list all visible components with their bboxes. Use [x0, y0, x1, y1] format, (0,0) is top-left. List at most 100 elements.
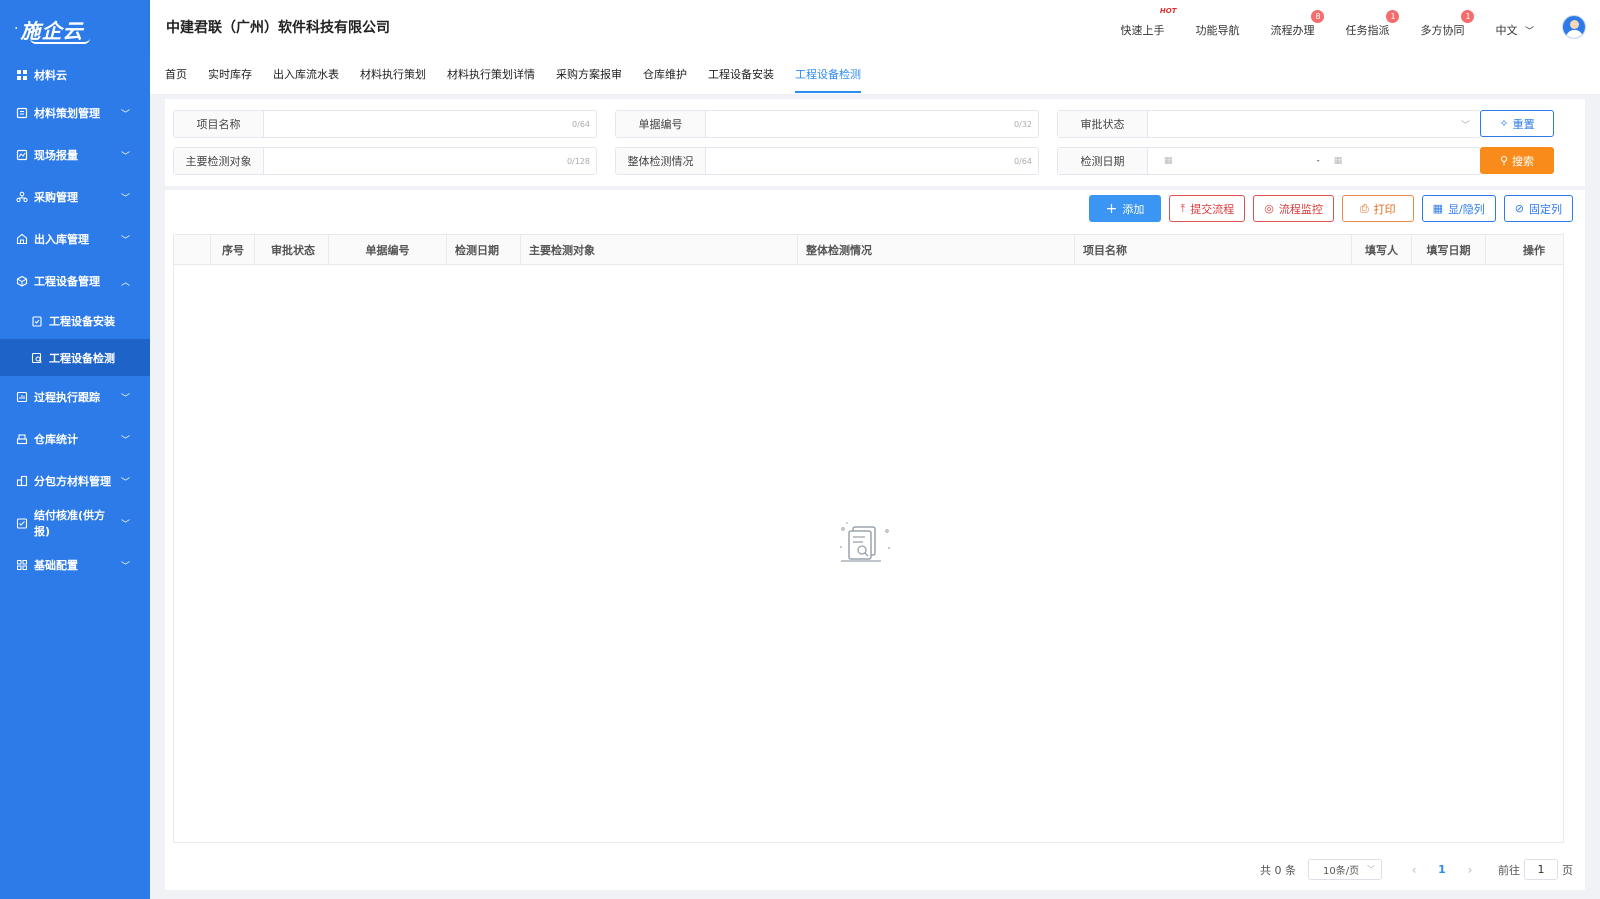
overall-input[interactable]: 0/64 — [706, 148, 1038, 174]
tab-material-plan-detail[interactable]: 材料执行策划详情 — [447, 53, 535, 95]
page-size-label: 10条/页 — [1323, 866, 1360, 877]
tab-equipment-inspection[interactable]: 工程设备检测 — [795, 53, 861, 95]
chevron-down-icon: ﹀ — [120, 477, 130, 488]
doc-no-label: 单据编号 — [616, 111, 706, 137]
sidebar-home[interactable]: 材料云 — [0, 58, 150, 92]
workflow-badge: 8 — [1311, 9, 1325, 23]
task-badge: 1 — [1386, 9, 1400, 23]
main-object-filter: 主要检测对象 0/128 — [173, 147, 597, 175]
reset-button[interactable]: ✧ 重置 — [1480, 110, 1554, 137]
sidebar-item-label: 工程设备管理 — [34, 275, 100, 288]
quick-start-link[interactable]: 快速上手 HOT — [1120, 7, 1176, 38]
task-assign-link[interactable]: 任务指派 1 — [1345, 9, 1400, 38]
approval-status-label: 审批状态 — [1058, 111, 1148, 137]
tab-warehouse-maint[interactable]: 仓库维护 — [643, 53, 687, 95]
main-panel: + 添加 ⤒ 提交流程 ◎ 流程监控 ⎙ 打印 ▦ 显/隐列 ⊘ 固定列 序号 … — [165, 190, 1585, 890]
chevron-down-icon: ﹀ — [120, 393, 130, 404]
collab-link[interactable]: 多方协同 1 — [1420, 9, 1475, 38]
sidebar-home-label: 材料云 — [34, 69, 67, 82]
language-select[interactable]: 中文 ﹀ — [1495, 16, 1534, 38]
submit-flow-button[interactable]: ⤒ 提交流程 — [1169, 195, 1246, 222]
tab-material-plan[interactable]: 材料执行策划 — [360, 53, 426, 95]
print-label: 打印 — [1373, 202, 1396, 216]
company-name: 中建君联（广州）软件科技有限公司 — [166, 19, 390, 36]
avatar[interactable] — [1562, 14, 1586, 39]
sidebar-item-label: 出入库管理 — [34, 233, 89, 246]
sidebar-item-site-report[interactable]: 现场报量 ﹀ — [0, 134, 150, 176]
chevron-down-icon: ﹀ — [120, 519, 130, 530]
chevron-down-icon: ﹀ — [120, 435, 130, 446]
function-nav-link[interactable]: 功能导航 — [1195, 16, 1239, 38]
pagination: 共 0 条 10条/页 ﹀ ‹ 1 › 前往 1 页 — [1260, 859, 1573, 880]
plus-icon: + — [1105, 200, 1118, 217]
goto-page-input[interactable]: 1 — [1524, 859, 1558, 880]
warehouse-icon — [16, 233, 28, 245]
next-page-icon[interactable]: › — [1456, 863, 1484, 877]
test-date-range[interactable]: ▦ - ▦ — [1148, 148, 1480, 174]
current-page[interactable]: 1 — [1428, 863, 1456, 876]
column-header[interactable]: 项目名称 — [1075, 235, 1352, 265]
column-header[interactable]: 整体检测情况 — [798, 235, 1075, 265]
tab-realtime-stock[interactable]: 实时库存 — [208, 53, 252, 95]
sidebar: · 施企云 材料云 材料策划管理 ﹀ 现场报量 ﹀ 采购管理 ﹀ 出入库管理 ﹀… — [0, 0, 150, 899]
column-header[interactable]: 单据编号 — [329, 235, 447, 265]
page-size-select[interactable]: 10条/页 ﹀ — [1308, 859, 1382, 880]
logo-dot: · — [14, 21, 19, 37]
calendar-icon: ▦ — [1164, 156, 1173, 166]
hot-badge: HOT — [1159, 6, 1177, 15]
column-header[interactable]: 序号 — [211, 235, 255, 265]
search-button[interactable]: ⚲ 搜索 — [1480, 147, 1554, 174]
overall-label: 整体检测情况 — [616, 148, 706, 174]
column-header[interactable]: 填写日期 — [1412, 235, 1486, 265]
column-header[interactable]: 主要检测对象 — [521, 235, 798, 265]
column-header[interactable]: 填写人 — [1352, 235, 1412, 265]
chevron-down-icon: ﹀ — [1524, 26, 1534, 37]
project-name-input[interactable]: 0/64 — [264, 111, 596, 137]
language-label: 中文 — [1495, 23, 1518, 37]
add-label: 添加 — [1122, 202, 1145, 216]
select-column[interactable] — [174, 235, 211, 265]
sidebar-item-label: 采购管理 — [34, 191, 78, 204]
sidebar-item-base-config[interactable]: 基础配置 ﹀ — [0, 544, 150, 586]
tab-purchase-review[interactable]: 采购方案报审 — [556, 53, 622, 95]
function-nav-label: 功能导航 — [1195, 23, 1240, 37]
report-icon — [16, 149, 28, 161]
sidebar-subitem-install[interactable]: 工程设备安装 — [0, 302, 150, 339]
sidebar-item-inout[interactable]: 出入库管理 ﹀ — [0, 218, 150, 260]
fix-columns-button[interactable]: ⊘ 固定列 — [1503, 195, 1573, 222]
column-header[interactable]: 操作 — [1486, 235, 1563, 265]
org-icon — [16, 191, 28, 203]
sidebar-item-material-plan[interactable]: 材料策划管理 ﹀ — [0, 92, 150, 134]
column-header[interactable]: 检测日期 — [447, 235, 521, 265]
paperclip-icon: ⊘ — [1514, 202, 1524, 215]
tab-equipment-install[interactable]: 工程设备安装 — [708, 53, 774, 95]
flow-monitor-button[interactable]: ◎ 流程监控 — [1253, 195, 1334, 222]
tab-inout-flow[interactable]: 出入库流水表 — [273, 53, 339, 95]
reset-label: 重置 — [1512, 117, 1535, 131]
add-button[interactable]: + 添加 — [1088, 195, 1162, 222]
toggle-columns-label: 显/隐列 — [1448, 202, 1485, 216]
sidebar-item-purchase[interactable]: 采购管理 ﹀ — [0, 176, 150, 218]
prev-page-icon[interactable]: ‹ — [1400, 863, 1428, 877]
doc-no-input[interactable]: 0/32 — [706, 111, 1038, 137]
sidebar-item-subcontract[interactable]: 分包方材料管理 ﹀ — [0, 460, 150, 502]
sidebar-item-settlement[interactable]: 结付核准(供方报) ﹀ — [0, 502, 150, 544]
sidebar-subitem-inspection[interactable]: 工程设备检测 — [0, 339, 150, 376]
main-object-input[interactable]: 0/128 — [264, 148, 596, 174]
sidebar-item-equipment[interactable]: 工程设备管理 ︿ — [0, 260, 150, 302]
apps-icon — [16, 559, 28, 571]
toggle-columns-button[interactable]: ▦ 显/隐列 — [1421, 195, 1496, 222]
tab-home[interactable]: 首页 — [165, 53, 187, 95]
monitor-label: 流程监控 — [1278, 202, 1323, 216]
project-name-label: 项目名称 — [174, 111, 264, 137]
cube-icon — [16, 275, 28, 287]
sidebar-item-warehouse-stats[interactable]: 仓库统计 ﹀ — [0, 418, 150, 460]
fix-columns-label: 固定列 — [1529, 202, 1562, 216]
approval-status-select[interactable]: ﹀ — [1148, 111, 1480, 137]
print-button[interactable]: ⎙ 打印 — [1341, 195, 1414, 222]
task-assign-label: 任务指派 — [1345, 23, 1390, 37]
sidebar-item-tracking[interactable]: 过程执行跟踪 ﹀ — [0, 376, 150, 418]
column-header[interactable]: 审批状态 — [255, 235, 329, 265]
overall-filter: 整体检测情况 0/64 — [615, 147, 1039, 175]
workflow-link[interactable]: 流程办理 8 — [1270, 9, 1325, 38]
